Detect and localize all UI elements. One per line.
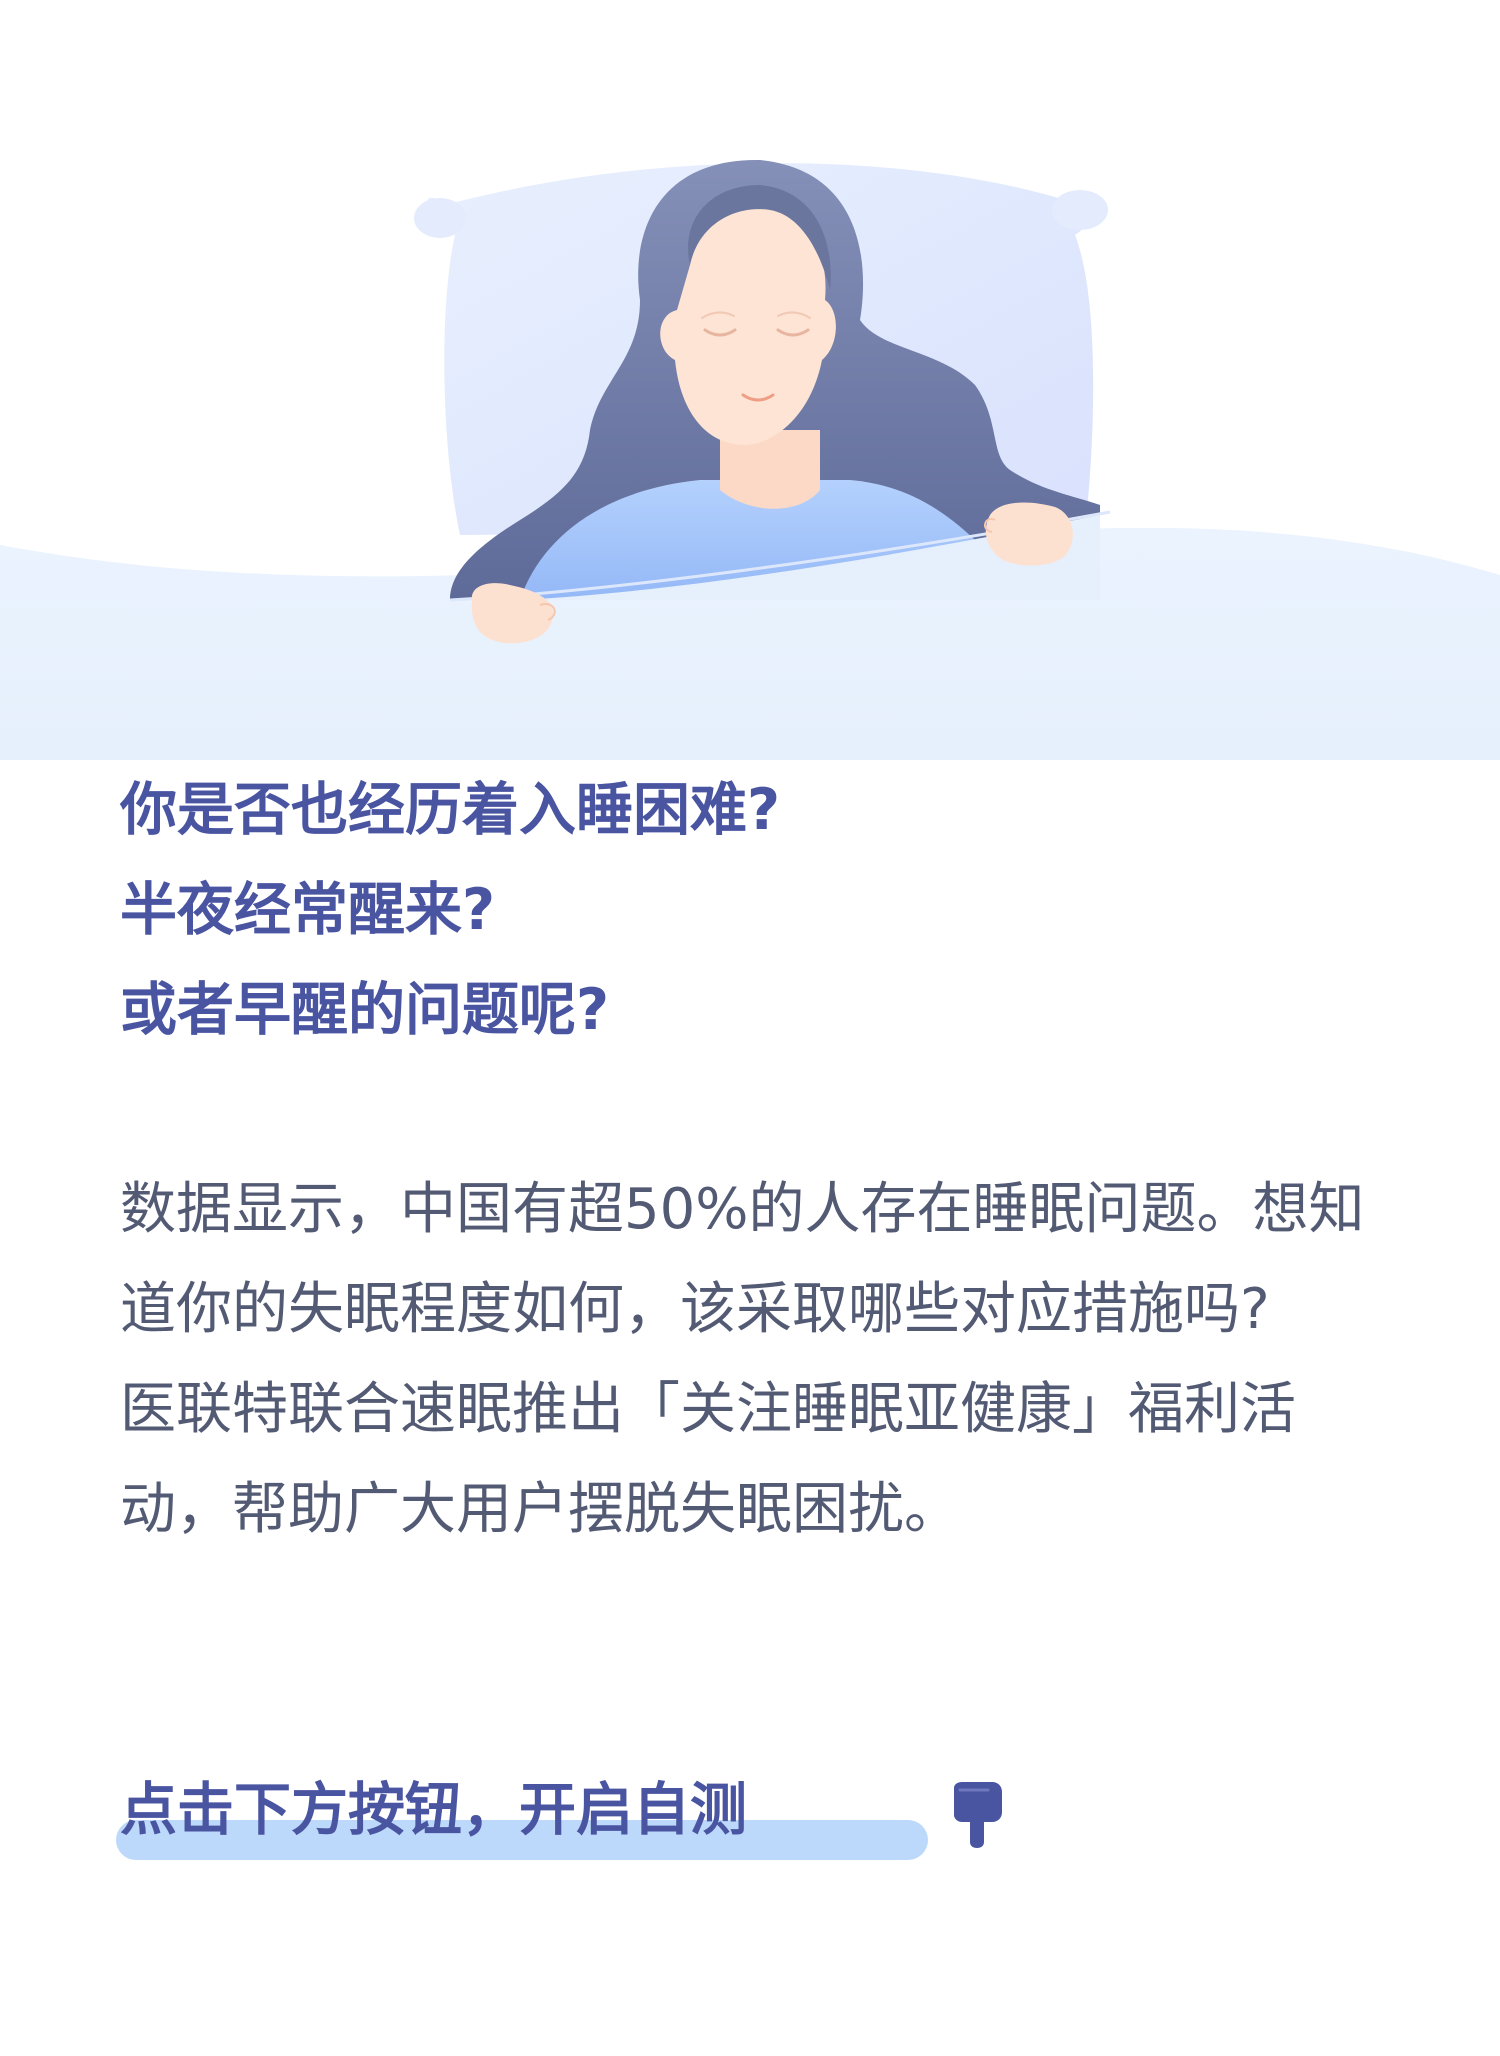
question-line: 半夜经常醒来? bbox=[120, 877, 496, 943]
question-line: 或者早醒的问题呢? bbox=[120, 977, 610, 1043]
main-content: 你是否也经历着入睡困难? 半夜经常醒来? 或者早醒的问题呢? 数据显示，中国有超… bbox=[116, 760, 1380, 1860]
questions-block: 你是否也经历着入睡困难? 半夜经常醒来? 或者早醒的问题呢? bbox=[120, 760, 1380, 1060]
cta-label: 点击下方按钮，开启自测 bbox=[120, 1777, 747, 1843]
self-test-prompt: 点击下方按钮，开启自测 bbox=[116, 1760, 1120, 1870]
page: 你是否也经历着入睡困难? 半夜经常醒来? 或者早醒的问题呢? 数据显示，中国有超… bbox=[0, 0, 1500, 2056]
pointing-down-hand-icon bbox=[954, 1782, 1002, 1848]
description-paragraph: 医联特联合速眠推出「关注睡眠亚健康」福利活动，帮助广大用户摆脱失眠困扰。 bbox=[120, 1377, 1296, 1542]
description-paragraph: 数据显示，中国有超50%的人存在睡眠问题。想知道你的失眠程度如何，该采取哪些对应… bbox=[120, 1177, 1365, 1342]
description-block: 数据显示，中国有超50%的人存在睡眠问题。想知道你的失眠程度如何，该采取哪些对应… bbox=[120, 1160, 1380, 1560]
hand-right bbox=[984, 502, 1073, 566]
question-line: 你是否也经历着入睡困难? bbox=[120, 777, 781, 843]
hero-illustration bbox=[0, 0, 1500, 760]
